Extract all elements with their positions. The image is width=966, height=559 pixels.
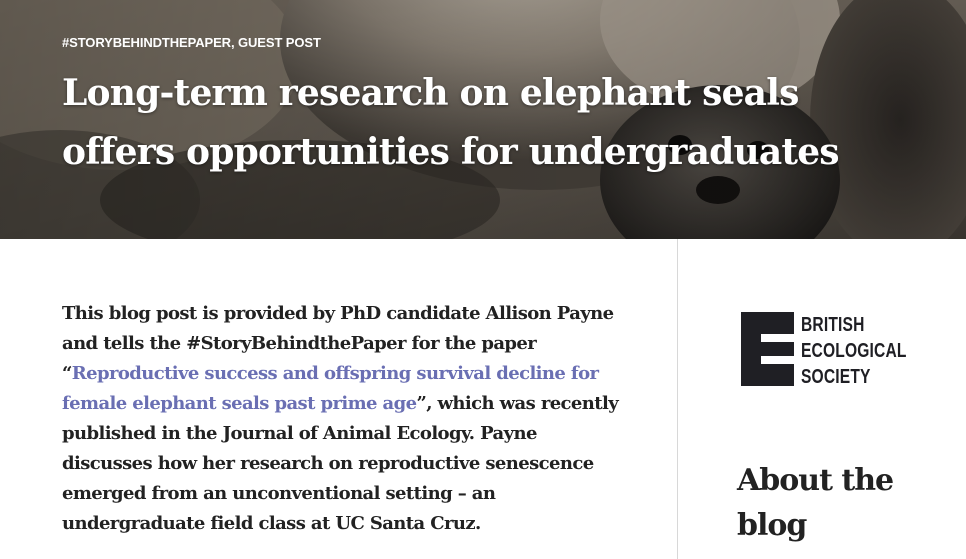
category-separator: , — [230, 35, 238, 50]
category-story-behind-the-paper[interactable]: #STORYBEHINDTHEPAPER — [62, 35, 231, 50]
bes-wordmark-line-2: ECOLOGICAL — [801, 340, 907, 362]
post-title: Long-term research on elephant seals off… — [62, 72, 840, 173]
post-content-area: This blog post is provided by PhD candid… — [0, 239, 966, 559]
category-guest-post[interactable]: GUEST POST — [238, 35, 321, 50]
post-categories: #STORYBEHINDTHEPAPER, GUEST POST — [62, 35, 321, 50]
post-intro: This blog post is provided by PhD candid… — [62, 299, 632, 539]
bes-wordmark-line-1: BRITISH — [801, 314, 865, 336]
intro-text-after-link: ”, which was recently published in the J… — [62, 393, 619, 534]
bes-logo[interactable]: BRITISH ECOLOGICAL SOCIETY — [741, 312, 911, 388]
hero-banner: #STORYBEHINDTHEPAPER, GUEST POST Long-te… — [0, 0, 966, 239]
sidebar-divider — [677, 239, 678, 559]
bes-wordmark-line-3: SOCIETY — [801, 366, 871, 388]
bes-wordmark: BRITISH ECOLOGICAL SOCIETY — [801, 312, 907, 390]
bes-e-mark-icon — [741, 312, 794, 386]
about-the-blog-heading: About the blog — [737, 463, 894, 543]
